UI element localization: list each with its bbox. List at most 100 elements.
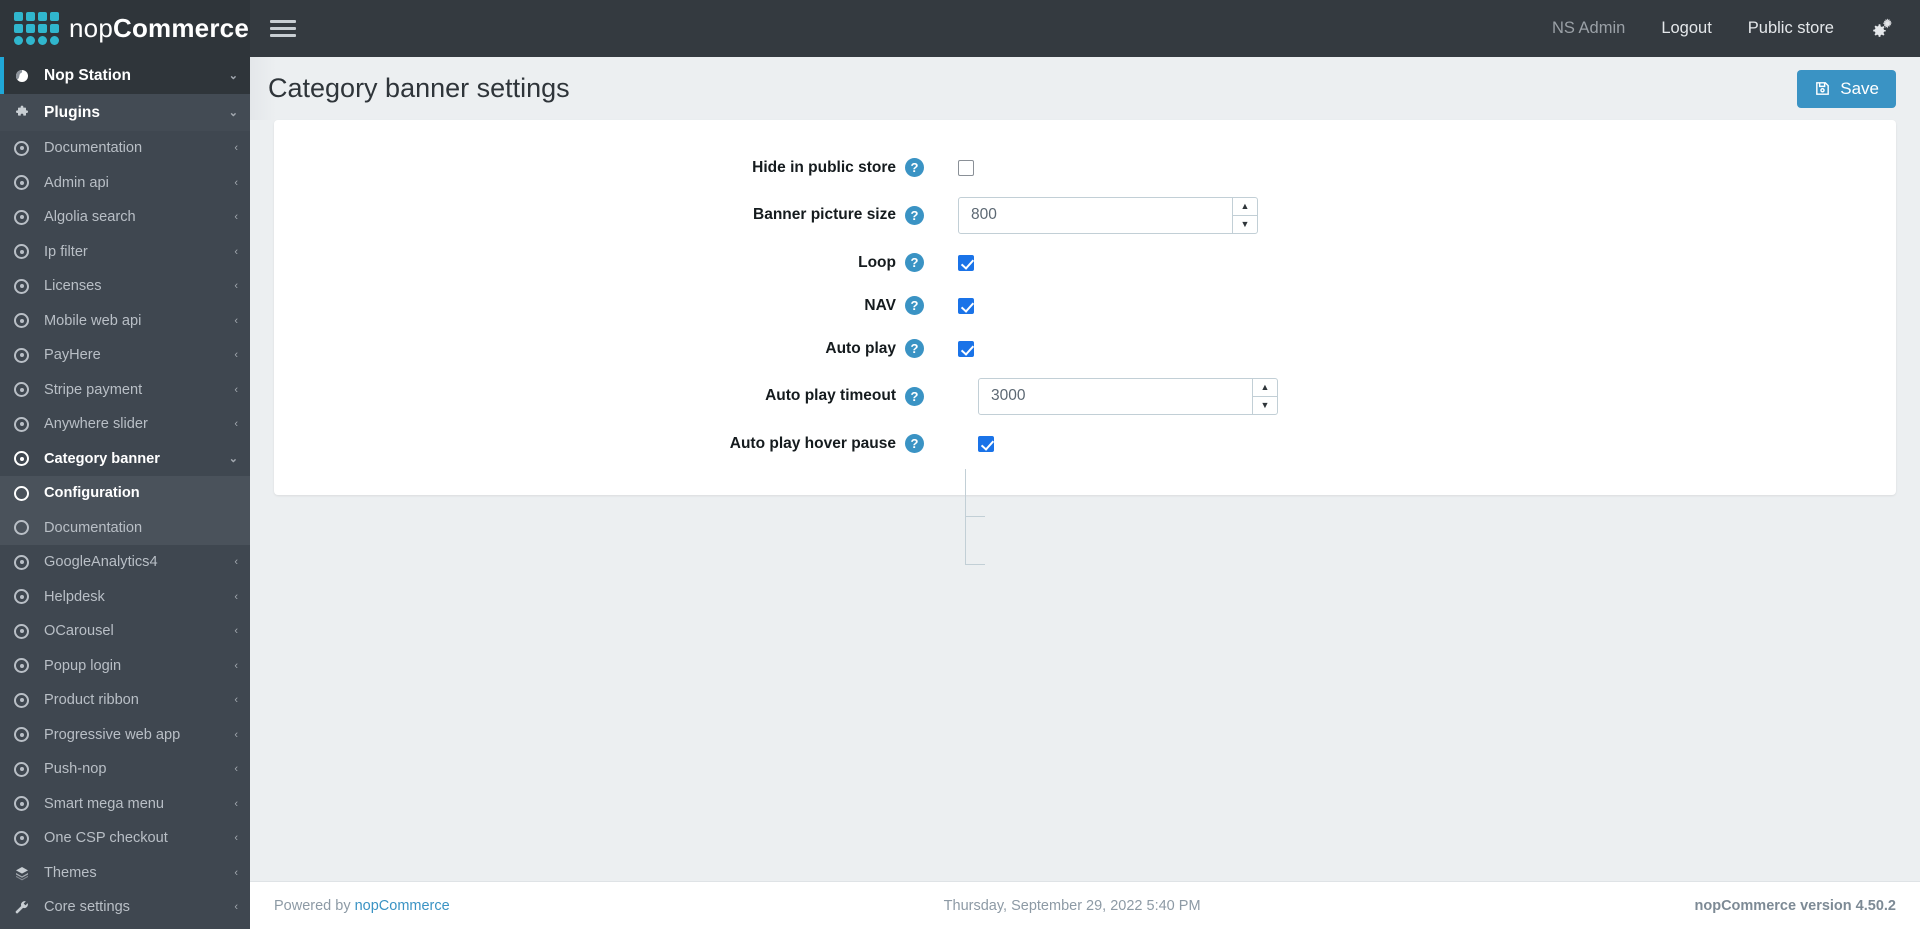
help-icon[interactable]: ? [905, 434, 924, 453]
sidebar-item-label: One CSP checkout [44, 830, 168, 847]
spinner-up-icon[interactable]: ▲ [1233, 198, 1257, 216]
checkbox-auto-play[interactable] [958, 340, 974, 357]
chevron-right-icon: ‹ [234, 280, 238, 293]
number-input-wrapper: ▲▼ [958, 196, 1258, 234]
field-label: Banner picture size? [274, 205, 934, 225]
top-header: nopCommerce NS Admin Logout Public store [0, 0, 1920, 57]
footer-powered-prefix: Powered by [274, 897, 355, 914]
sidebar-item-push-nop-18[interactable]: Push-nop ‹ [0, 752, 250, 787]
sidebar-item-label: Mobile web api [44, 312, 142, 329]
body-row: Nop Station ⌄ Plugins ⌄ Documentation ‹ Admin … [0, 57, 1920, 929]
sidebar-item-label: Progressive web app [44, 726, 181, 743]
sidebar-item-licenses-4[interactable]: Licenses ‹ [0, 269, 250, 304]
checkbox-loop[interactable] [958, 254, 974, 271]
field-label: Auto play hover pause? [274, 434, 934, 453]
sidebar-item-core-settings-22[interactable]: Core settings ‹ [0, 890, 250, 925]
number-input-banner-picture-size[interactable] [959, 197, 1232, 233]
form-row: Banner picture size? ▲▼ [274, 189, 1896, 241]
field-label-text: Banner picture size [753, 206, 896, 223]
chevron-right-icon: ‹ [234, 901, 238, 914]
sidebar-item-mobile-web-api-5[interactable]: Mobile web api ‹ [0, 304, 250, 339]
field-label-text: NAV [864, 296, 896, 314]
number-input-auto-play-timeout[interactable] [979, 378, 1252, 414]
sidebar-item-helpdesk-13[interactable]: Helpdesk ‹ [0, 580, 250, 615]
floppy-disk-icon [1814, 80, 1831, 97]
spinner-up-icon[interactable]: ▲ [1253, 379, 1277, 397]
sidebar-item-googleanalytics4-12[interactable]: GoogleAnalytics4 ‹ [0, 545, 250, 580]
chevron-right-icon: ‹ [234, 245, 238, 258]
footer-nopcommerce-link[interactable]: nopCommerce [355, 898, 450, 914]
sidebar-item-anywhere-slider-8[interactable]: Anywhere slider ‹ [0, 407, 250, 442]
sidebar-item-one-csp-checkout-20[interactable]: One CSP checkout ‹ [0, 821, 250, 856]
sidebar-item-ip-filter-3[interactable]: Ip filter ‹ [0, 235, 250, 270]
chevron-right-icon: ‹ [234, 349, 238, 362]
logout-link[interactable]: Logout [1661, 19, 1711, 38]
spinner-down-icon[interactable]: ▼ [1253, 397, 1277, 414]
page-title: Category banner settings [268, 73, 570, 103]
menu-toggle-icon[interactable] [270, 18, 296, 40]
gears-icon[interactable] [1870, 17, 1896, 40]
chevron-right-icon: ‹ [234, 556, 238, 569]
sidebar-item-themes-21[interactable]: Themes ‹ [0, 856, 250, 891]
sidebar-nav[interactable]: Nop Station ⌄ Plugins ⌄ Documentation ‹ Admin … [0, 57, 250, 929]
chevron-right-icon: ‹ [234, 625, 238, 638]
field-label: Auto play timeout? [274, 386, 934, 406]
sidebar-item-label: Stripe payment [44, 381, 143, 398]
sidebar-item-algolia-search-2[interactable]: Algolia search ‹ [0, 200, 250, 235]
account-name-link[interactable]: NS Admin [1552, 19, 1625, 38]
spinner-down-icon[interactable]: ▼ [1233, 216, 1257, 233]
field-control [934, 340, 974, 357]
checkbox-nav[interactable] [958, 297, 974, 314]
help-icon[interactable]: ? [905, 339, 924, 358]
chevron-right-icon: ‹ [234, 176, 238, 189]
sidebar-item-label: Ip filter [44, 243, 88, 260]
field-label-text: Auto play [825, 339, 896, 357]
sidebar-item-documentation-11[interactable]: Documentation [0, 510, 250, 545]
sidebar-item-label: Licenses [44, 278, 102, 295]
dot-circle-icon [14, 658, 44, 674]
number-spinner: ▲ ▼ [1232, 197, 1257, 233]
sidebar-item-popup-login-15[interactable]: Popup login ‹ [0, 649, 250, 684]
save-button[interactable]: Save [1797, 69, 1896, 108]
sidebar-item-smart-mega-menu-19[interactable]: Smart mega menu ‹ [0, 787, 250, 822]
dot-circle-icon [14, 623, 44, 639]
content-area: Hide in public store? Banner picture size… [250, 120, 1920, 881]
chevron-right-icon: ‹ [234, 694, 238, 707]
field-control: ▲▼ [934, 196, 1258, 234]
sidebar-item-product-ribbon-16[interactable]: Product ribbon ‹ [0, 683, 250, 718]
sidebar-item-admin-api-1[interactable]: Admin api ‹ [0, 166, 250, 201]
sidebar-item-category-banner-9[interactable]: Category banner ⌄ [0, 442, 250, 477]
dot-circle-icon [14, 796, 44, 812]
chevron-right-icon: ‹ [234, 590, 238, 603]
form-row: Loop? [274, 241, 1896, 284]
dot-circle-icon [14, 451, 44, 467]
top-nav: NS Admin Logout Public store [1552, 17, 1896, 40]
brand-logo[interactable]: nopCommerce [0, 0, 250, 57]
sidebar-item-label: Popup login [44, 657, 122, 674]
checkbox-auto-play-hover-pause[interactable] [978, 435, 994, 452]
checkbox-hide-in-public-store[interactable] [958, 159, 974, 176]
sidebar-item-progressive-web-app-17[interactable]: Progressive web app ‹ [0, 718, 250, 753]
help-icon[interactable]: ? [905, 158, 924, 177]
sidebar-item-nop-station[interactable]: Nop Station ⌄ [0, 57, 250, 94]
sidebar-item-label: Push-nop [44, 761, 107, 778]
dot-circle-icon [14, 313, 44, 329]
sidebar-item-plugins[interactable]: Plugins ⌄ [0, 94, 250, 131]
sidebar-item-label: Algolia search [44, 209, 136, 226]
nopcommerce-dots-icon [14, 12, 59, 45]
public-store-link[interactable]: Public store [1748, 19, 1834, 38]
sidebar-item-label: Plugins [44, 103, 100, 121]
field-label-text: Hide in public store [752, 158, 896, 176]
sidebar-item-documentation-0[interactable]: Documentation ‹ [0, 131, 250, 166]
sidebar-item-configuration-10[interactable]: Configuration [0, 476, 250, 511]
help-icon[interactable]: ? [905, 296, 924, 315]
dot-circle-icon [14, 761, 44, 777]
help-icon[interactable]: ? [905, 253, 924, 272]
tree-connector-line [965, 563, 985, 565]
help-icon[interactable]: ? [905, 386, 924, 406]
sidebar-item-stripe-payment-7[interactable]: Stripe payment ‹ [0, 373, 250, 408]
sidebar-item-ocarousel-14[interactable]: OCarousel ‹ [0, 614, 250, 649]
sidebar-item-label: Product ribbon [44, 692, 139, 709]
sidebar-item-payhere-6[interactable]: PayHere ‹ [0, 338, 250, 373]
help-icon[interactable]: ? [905, 205, 924, 225]
